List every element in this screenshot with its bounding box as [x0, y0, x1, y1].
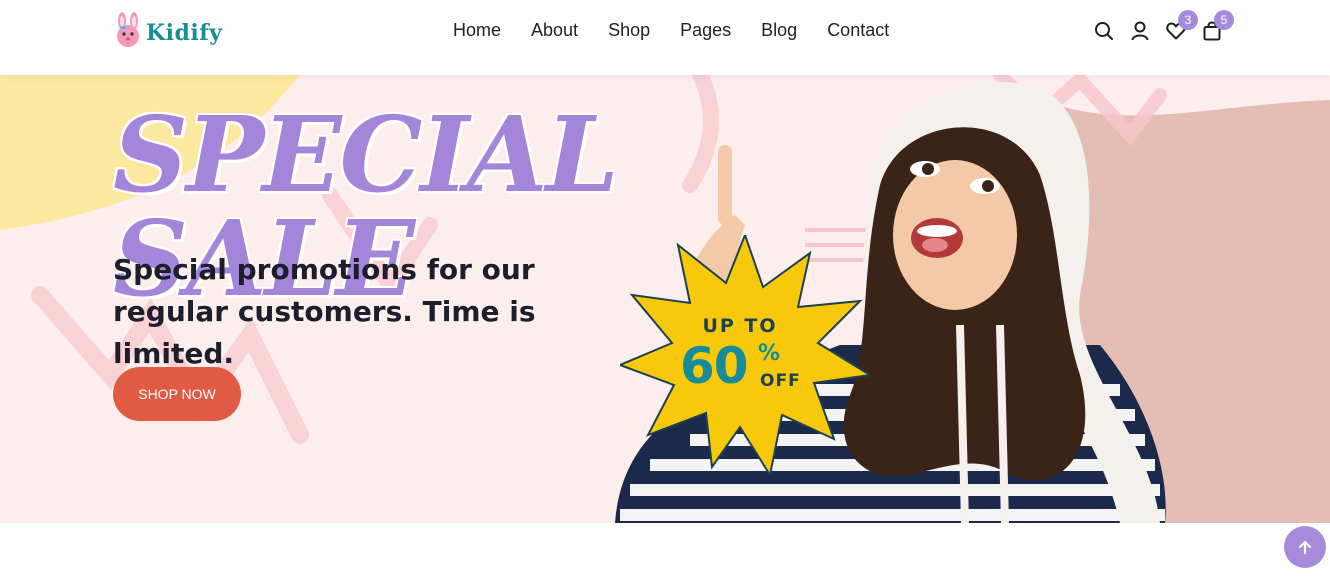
nav-pages[interactable]: Pages [680, 20, 731, 41]
main-nav: Home About Shop Pages Blog Contact [453, 20, 889, 41]
nav-about[interactable]: About [531, 20, 578, 41]
search-icon [1095, 22, 1113, 40]
arrow-up-icon [1298, 540, 1312, 555]
nav-home[interactable]: Home [453, 20, 501, 41]
wishlist-count-badge: 3 [1178, 10, 1198, 30]
brand-name: Kidify [146, 20, 223, 46]
bunny-logo-icon [117, 12, 139, 47]
wishlist-button[interactable]: 3 [1166, 10, 1198, 42]
brand-logo[interactable]: Kidify [112, 12, 222, 48]
account-button[interactable] [1130, 20, 1150, 42]
cart-button[interactable]: 5 [1202, 10, 1234, 42]
hero-subtitle: Special promotions for our regular custo… [113, 253, 536, 370]
badge-up-to: UP TO [702, 315, 778, 337]
shop-now-button[interactable]: SHOP NOW [113, 367, 241, 421]
badge-discount-value: 60 [680, 337, 749, 395]
badge-percent-sign: % [758, 341, 781, 366]
nav-shop[interactable]: Shop [608, 20, 650, 41]
search-button[interactable] [1094, 20, 1114, 42]
cart-count-badge: 5 [1214, 10, 1234, 30]
header-actions: 3 5 [1094, 10, 1234, 42]
user-icon [1131, 21, 1149, 41]
site-header: Kidify Home About Shop Pages Blog Contac… [0, 0, 1330, 75]
nav-blog[interactable]: Blog [761, 20, 797, 41]
nav-contact[interactable]: Contact [827, 20, 889, 41]
scroll-to-top-button[interactable] [1284, 526, 1326, 568]
badge-off: OFF [760, 371, 801, 391]
hero-banner: SPECIAL SALE Special promotions for our … [0, 75, 1330, 523]
